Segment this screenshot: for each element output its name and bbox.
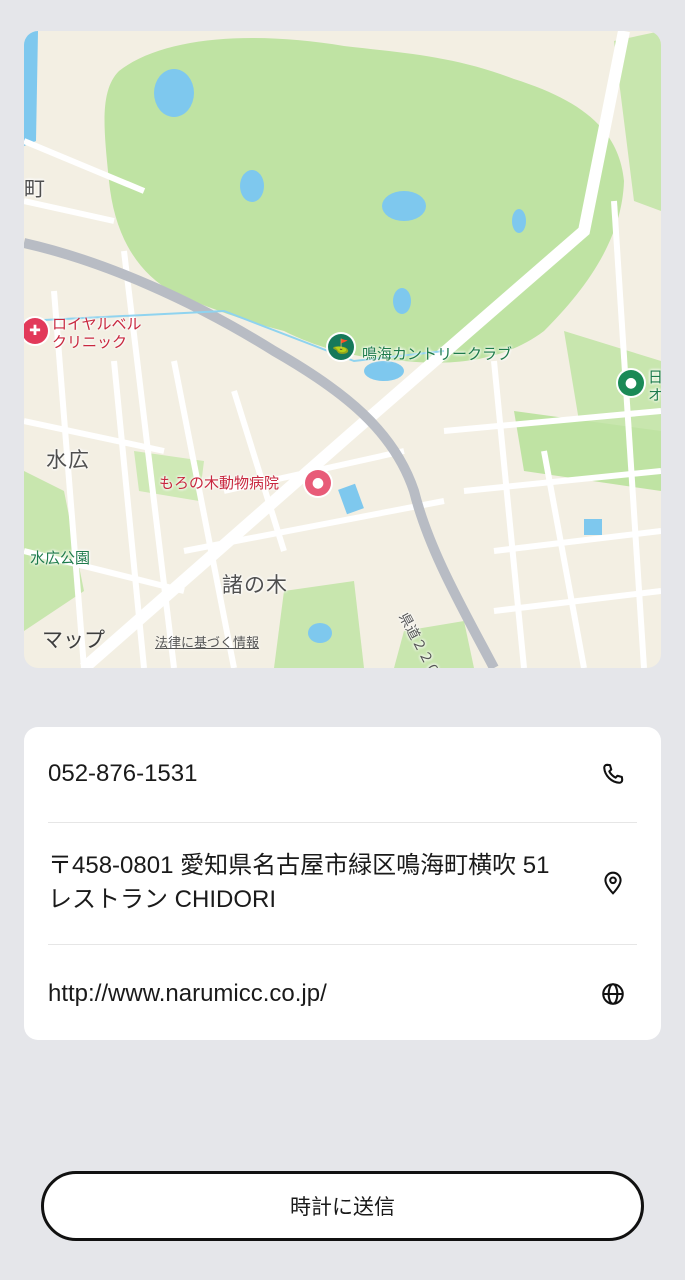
address-text[interactable]: 〒458-0801 愛知県名古屋市緑区鳴海町横吹 51 レストラン CHIDOR… <box>48 849 568 917</box>
pond <box>154 69 194 117</box>
location-pin-icon[interactable] <box>600 870 626 896</box>
river <box>24 31 38 146</box>
phone-icon[interactable] <box>600 761 626 787</box>
map-label-edge-bottom: オ <box>648 386 661 404</box>
pond <box>240 170 264 202</box>
pond <box>338 483 364 515</box>
divider <box>48 822 637 823</box>
map-label-golf-club[interactable]: 鳴海カントリークラブ <box>362 343 512 364</box>
apple-maps-logo: マップ <box>42 628 105 652</box>
map-label-hospital[interactable]: もろの木動物病院 <box>159 472 279 493</box>
website-url[interactable]: http://www.narumicc.co.jp/ <box>48 977 327 1011</box>
map-label-clinic-2[interactable]: クリニック <box>52 331 127 352</box>
globe-icon[interactable] <box>600 981 626 1007</box>
golf-icon[interactable]: ⛳ <box>328 334 354 360</box>
phone-row[interactable]: 052-876-1531 <box>48 757 637 791</box>
pond <box>584 519 602 535</box>
pond <box>393 288 411 314</box>
paw-icon[interactable]: ● <box>305 470 331 496</box>
map-view[interactable]: 町 ✚ ロイヤルベル クリニック ⛳ 鳴海カントリークラブ ● 日 オ 水広 も… <box>24 31 661 668</box>
map-label-park[interactable]: 水広公園 <box>30 547 90 568</box>
send-to-watch-button[interactable]: 時計に送信 <box>41 1171 644 1241</box>
pond <box>308 623 332 643</box>
pond <box>382 191 426 221</box>
address-row[interactable]: 〒458-0801 愛知県名古屋市緑区鳴海町横吹 51 レストラン CHIDOR… <box>48 849 637 917</box>
legal-info-link[interactable]: 法律に基づく情報 <box>155 632 259 651</box>
phone-number[interactable]: 052-876-1531 <box>48 757 197 791</box>
map-label-moronoki: 諸の木 <box>222 573 288 597</box>
pond <box>364 361 404 381</box>
map-label-mizuhiro: 水広 <box>46 448 90 472</box>
website-row[interactable]: http://www.narumicc.co.jp/ <box>48 977 637 1011</box>
map-label-town: 町 <box>24 177 46 201</box>
tennis-icon[interactable]: ● <box>618 370 644 396</box>
pond <box>512 209 526 233</box>
divider <box>48 944 637 945</box>
contact-card: 052-876-1531 〒458-0801 愛知県名古屋市緑区鳴海町横吹 51… <box>24 727 661 1040</box>
